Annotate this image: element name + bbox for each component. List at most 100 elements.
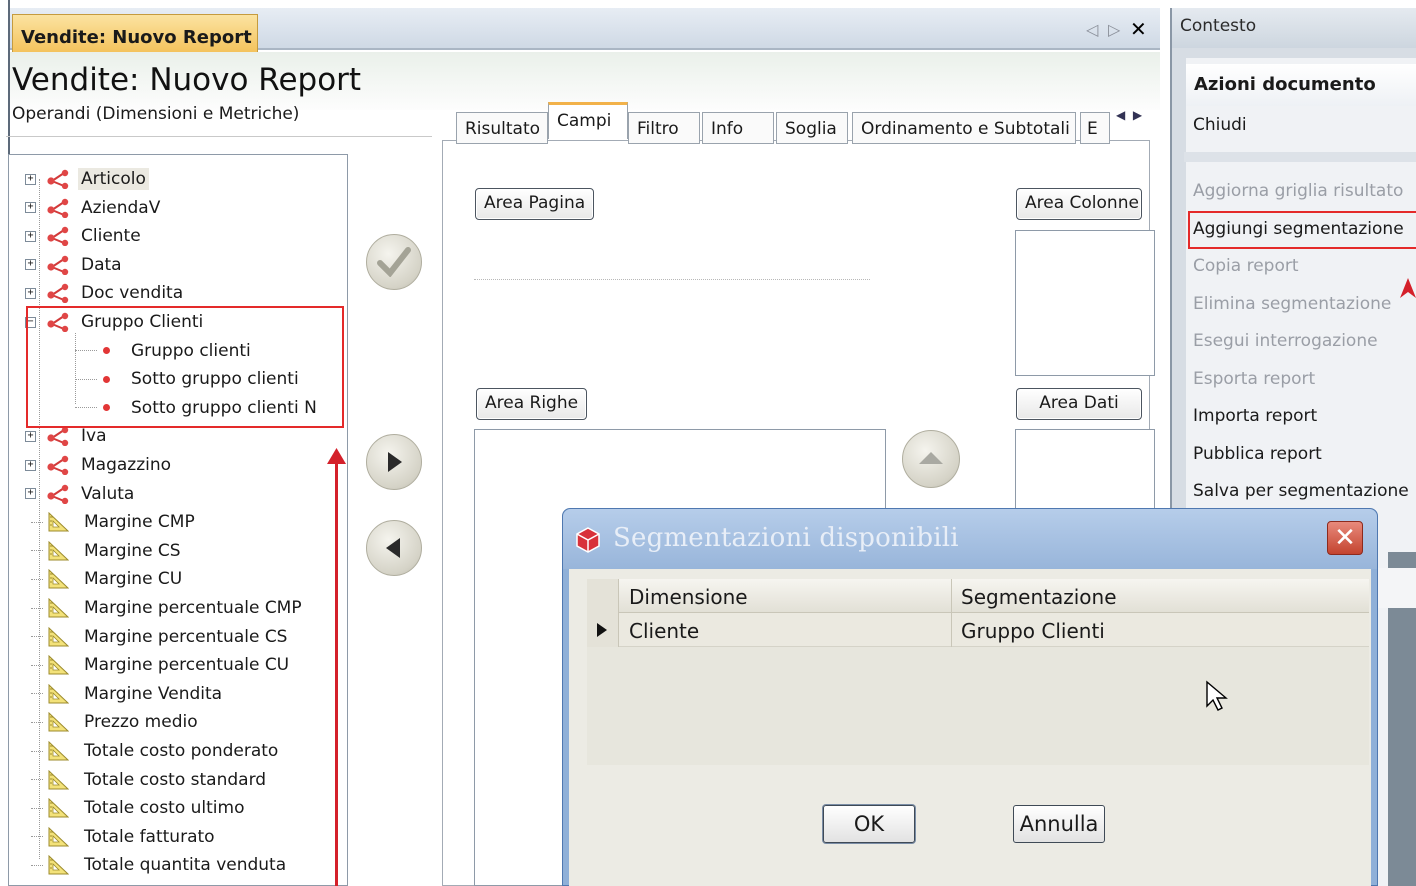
tree-branch bbox=[31, 578, 43, 580]
context-action[interactable]: Elimina segmentazione bbox=[1193, 294, 1391, 314]
tree-item-metric[interactable]: Margine Vendita bbox=[31, 680, 225, 708]
tree-item-label: Valuta bbox=[81, 483, 135, 504]
segmentations-dialog: Segmentazioni disponibili ✕ Dimensione S… bbox=[562, 508, 1378, 886]
tab-more[interactable]: E bbox=[1080, 112, 1110, 144]
tree-item-metric[interactable]: Margine percentuale CS bbox=[31, 623, 290, 651]
table-row[interactable]: Cliente Gruppo Clienti bbox=[587, 613, 1369, 647]
add-field-button[interactable] bbox=[366, 434, 422, 490]
tab-scroll-right-icon[interactable]: ▶ bbox=[1133, 108, 1142, 122]
tree-item-metric[interactable]: Margine CU bbox=[31, 565, 185, 593]
close-action[interactable]: Chiudi bbox=[1193, 115, 1247, 135]
expand-icon[interactable]: + bbox=[25, 459, 36, 471]
tab-soglia[interactable]: Soglia bbox=[776, 112, 848, 144]
tree-item-metric[interactable]: Margine CS bbox=[31, 537, 184, 565]
context-action[interactable]: Aggiorna griglia risultato bbox=[1193, 181, 1403, 201]
expand-icon[interactable]: + bbox=[25, 287, 36, 299]
area-righe-button[interactable]: Area Righe bbox=[476, 388, 588, 420]
tab-scroll[interactable]: ◀ ▶ bbox=[1116, 108, 1150, 134]
dimension-node-icon bbox=[46, 484, 70, 504]
tree-item-metric[interactable]: Totale fatturato bbox=[31, 823, 218, 851]
ruler-triangle-icon bbox=[47, 683, 70, 704]
context-action[interactable]: Esporta report bbox=[1193, 369, 1315, 389]
ruler-triangle-icon bbox=[47, 512, 70, 532]
column-separator bbox=[951, 579, 952, 647]
tree-item-dimension[interactable]: + AziendaV bbox=[25, 194, 163, 222]
dimension-node-icon bbox=[46, 198, 70, 218]
tree-item-dimension[interactable]: + Cliente bbox=[25, 222, 144, 250]
context-action[interactable]: Importa report bbox=[1193, 406, 1317, 426]
cube-icon bbox=[576, 527, 600, 553]
tree-item-metric[interactable]: Prezzo medio bbox=[31, 708, 201, 736]
annotation-arrow-icon bbox=[1400, 278, 1416, 298]
tree-item-metric[interactable]: Totale quantita venduta bbox=[31, 851, 289, 879]
remove-field-button[interactable] bbox=[366, 520, 422, 576]
expand-icon[interactable]: + bbox=[25, 202, 36, 214]
tree-item-label: Totale costo ultimo bbox=[84, 798, 245, 819]
context-action[interactable]: Esegui interrogazione bbox=[1193, 331, 1378, 351]
expand-icon[interactable]: + bbox=[25, 173, 36, 185]
annotation-arrow bbox=[335, 460, 338, 886]
dimension-node-icon bbox=[46, 255, 70, 275]
tree-item-dimension[interactable]: + Magazzino bbox=[25, 451, 174, 479]
context-action[interactable]: Pubblica report bbox=[1193, 444, 1322, 464]
column-header-segmentazione[interactable]: Segmentazione bbox=[961, 585, 1117, 609]
checkmark-icon bbox=[377, 247, 411, 277]
area-pagina-button[interactable]: Area Pagina bbox=[475, 188, 595, 220]
ruler-triangle-icon bbox=[47, 740, 70, 761]
tree-item-metric[interactable]: Totale costo standard bbox=[31, 766, 269, 794]
move-up-button[interactable] bbox=[902, 430, 960, 488]
tab-scroll-left-icon[interactable]: ◀ bbox=[1116, 108, 1125, 122]
tree-item-dimension[interactable]: + Articolo bbox=[25, 165, 149, 193]
area-colonne-button[interactable]: Area Colonne bbox=[1016, 188, 1142, 220]
dialog-body: Dimensione Segmentazione Cliente Gruppo … bbox=[569, 569, 1371, 886]
tab-campi[interactable]: Campi bbox=[548, 102, 628, 139]
cell-dimensione: Cliente bbox=[629, 619, 700, 643]
context-action[interactable]: Salva per segmentazione bbox=[1193, 481, 1409, 501]
tab-risultato[interactable]: Risultato bbox=[456, 112, 548, 144]
tree-item-metric[interactable]: Totale costo ponderato bbox=[31, 737, 281, 765]
tree-item-label: AziendaV bbox=[81, 197, 161, 218]
tree-item-metric[interactable]: Totale costo ultimo bbox=[31, 794, 248, 822]
tree-branch bbox=[31, 664, 43, 666]
highlight-box-action bbox=[1188, 211, 1416, 249]
tree-item-metric[interactable]: Margine CMP bbox=[31, 508, 198, 536]
dimension-node-icon bbox=[46, 283, 70, 304]
ok-button[interactable]: OK bbox=[823, 805, 915, 843]
area-dati-button[interactable]: Area Dati bbox=[1016, 388, 1142, 420]
dimension-node-icon bbox=[46, 426, 70, 447]
tree-item-dimension[interactable]: + Data bbox=[25, 251, 125, 279]
document-tab[interactable]: Vendite: Nuovo Report bbox=[12, 14, 258, 52]
tab-filtro[interactable]: Filtro bbox=[628, 112, 700, 144]
grid-header: Dimensione Segmentazione bbox=[587, 579, 1369, 613]
tree-item-dimension[interactable]: + Valuta bbox=[25, 480, 137, 508]
confirm-button[interactable] bbox=[366, 234, 422, 290]
tree-item-label: Margine percentuale CU bbox=[84, 655, 290, 676]
pagina-drop-zone[interactable] bbox=[474, 279, 870, 280]
area-colonne-box[interactable] bbox=[1015, 230, 1155, 376]
dialog-close-button[interactable]: ✕ bbox=[1327, 521, 1363, 555]
cancel-button[interactable]: Annulla bbox=[1013, 805, 1105, 843]
tab-info[interactable]: Info bbox=[702, 112, 774, 144]
tree-item-dimension[interactable]: + Doc vendita bbox=[25, 279, 186, 307]
scroll-right-icon[interactable]: ▷ bbox=[1108, 20, 1120, 39]
close-icon[interactable]: ✕ bbox=[1130, 17, 1147, 41]
tree-item-metric[interactable]: Margine percentuale CU bbox=[31, 651, 292, 679]
context-action[interactable]: Copia report bbox=[1193, 256, 1299, 276]
tree-item-label: Data bbox=[81, 254, 122, 275]
expand-icon[interactable]: + bbox=[25, 488, 36, 500]
expand-icon[interactable]: + bbox=[25, 230, 36, 242]
dialog-titlebar[interactable]: Segmentazioni disponibili ✕ bbox=[563, 509, 1377, 569]
column-header-dimensione[interactable]: Dimensione bbox=[629, 585, 748, 609]
ruler-triangle-icon bbox=[47, 597, 70, 618]
tree-item-metric[interactable]: Margine percentuale CMP bbox=[31, 594, 305, 622]
expand-icon[interactable]: + bbox=[25, 259, 36, 271]
scroll-left-icon[interactable]: ◁ bbox=[1086, 20, 1098, 39]
ruler-triangle-icon bbox=[47, 712, 70, 732]
ruler-triangle-icon bbox=[47, 540, 70, 561]
row-selector[interactable] bbox=[587, 579, 619, 647]
segmentations-grid[interactable]: Dimensione Segmentazione Cliente Gruppo … bbox=[587, 579, 1369, 765]
tab-ordinamento[interactable]: Ordinamento e Subtotali bbox=[852, 112, 1076, 144]
expand-icon[interactable]: + bbox=[25, 430, 36, 442]
page-title: Vendite: Nuovo Report bbox=[12, 62, 362, 98]
operands-tree[interactable]: + Articolo + AziendaV + Cliente + Data + Doc vend… bbox=[8, 154, 348, 886]
